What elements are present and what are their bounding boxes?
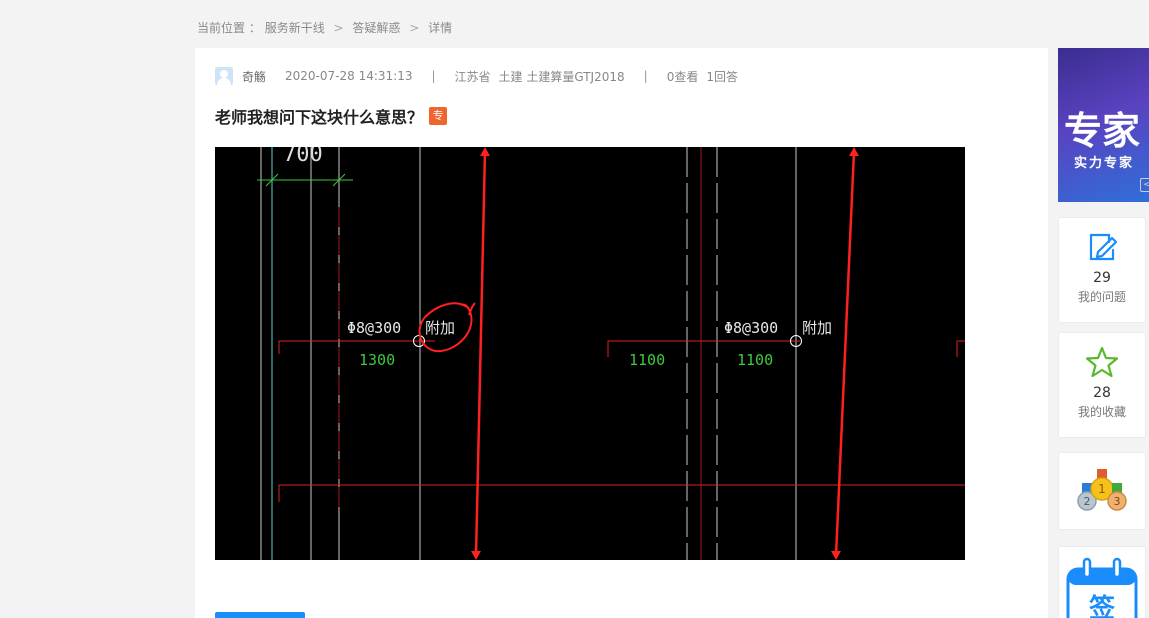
cad-additional-label: 附加 (802, 319, 832, 337)
meta-divider: | (431, 69, 436, 83)
breadcrumb-colon: ： (248, 21, 261, 35)
calendar-sign-icon: 签 (1066, 557, 1138, 618)
my-questions-count: 29 (1093, 270, 1111, 286)
avatar[interactable] (215, 67, 233, 85)
breadcrumb: 当前位置 ： 服务新干线 > 答疑解惑 > 详情 (197, 19, 452, 36)
username-link[interactable]: 奇觞 (242, 68, 266, 85)
banner-subtitle: 实力专家 (1074, 156, 1135, 171)
question-detail-card: 奇觞 2020-07-28 14:31:13 | 江苏省 土建 土建算量GTJ2… (195, 48, 1048, 618)
post-datetime: 2020-07-28 14:31:13 (285, 69, 413, 83)
cad-rebar-line (278, 484, 965, 502)
answer-count: 1回答 (706, 69, 738, 84)
banner-title: 专家 (1064, 108, 1141, 153)
cad-rebar-line (956, 340, 965, 357)
edit-note-icon (1089, 233, 1118, 261)
annotation-arrow-line (474, 150, 487, 557)
ranking-card[interactable]: 2 1 3 (1058, 452, 1146, 530)
cad-rebar-annotation: Φ8@300 (347, 319, 401, 337)
category: 土建 土建算量GTJ2018 (498, 69, 625, 84)
cad-rebar-line (278, 340, 435, 354)
breadcrumb-separator: > (409, 21, 420, 35)
svg-text:1: 1 (1098, 482, 1106, 496)
question-title-text: 老师我想问下这块什么意思？ (215, 108, 424, 127)
my-favorites-card[interactable]: 28 我的收藏 (1058, 332, 1146, 438)
breadcrumb-current: 详情 (428, 21, 453, 35)
my-favorites-label: 我的收藏 (1077, 405, 1126, 419)
cad-dimension-text: 1300 (359, 351, 395, 369)
my-questions-card[interactable]: 29 我的问题 (1058, 217, 1146, 323)
svg-text:签: 签 (1089, 593, 1116, 618)
star-icon (1085, 346, 1119, 378)
breadcrumb-label: 当前位置 (197, 21, 246, 35)
cad-additional-label: 附加 (425, 319, 455, 337)
expert-banner[interactable]: 专家 实力专家 < (1058, 48, 1149, 202)
cad-top-text: 700 (283, 147, 323, 167)
my-questions-label: 我的问题 (1077, 290, 1126, 304)
banner-prev-button[interactable]: < (1140, 178, 1149, 192)
medals-icon: 2 1 3 (1077, 469, 1127, 511)
my-favorites-count: 28 (1093, 385, 1111, 401)
cad-screenshot-image[interactable]: 700 Φ8@300 附加 Φ8@300 附加 1300 1100 1100 (215, 147, 965, 560)
signin-card[interactable]: 签 (1058, 546, 1146, 618)
cad-drawing: 700 Φ8@300 附加 Φ8@300 附加 1300 1100 1100 (257, 147, 965, 560)
cad-rebar-annotation: Φ8@300 (724, 319, 778, 337)
meta-divider: | (643, 69, 648, 83)
expert-badge: 专 (429, 107, 448, 125)
svg-text:2: 2 (1084, 495, 1091, 508)
province: 江苏省 (454, 69, 491, 84)
answer-button[interactable] (215, 612, 305, 618)
svg-text:3: 3 (1114, 495, 1121, 508)
breadcrumb-link-service[interactable]: 服务新干线 (265, 21, 325, 35)
annotation-arrow-line (834, 150, 856, 557)
cad-dimension-text: 1100 (629, 351, 665, 369)
question-meta: 奇觞 2020-07-28 14:31:13 | 江苏省 土建 土建算量GTJ2… (215, 67, 738, 85)
question-title: 老师我想问下这块什么意思？ 专 (215, 104, 448, 128)
breadcrumb-separator: > (333, 21, 344, 35)
breadcrumb-link-qa[interactable]: 答疑解惑 (352, 21, 400, 35)
cad-dimension-text: 1100 (737, 351, 773, 369)
view-count: 0查看 (666, 69, 699, 84)
